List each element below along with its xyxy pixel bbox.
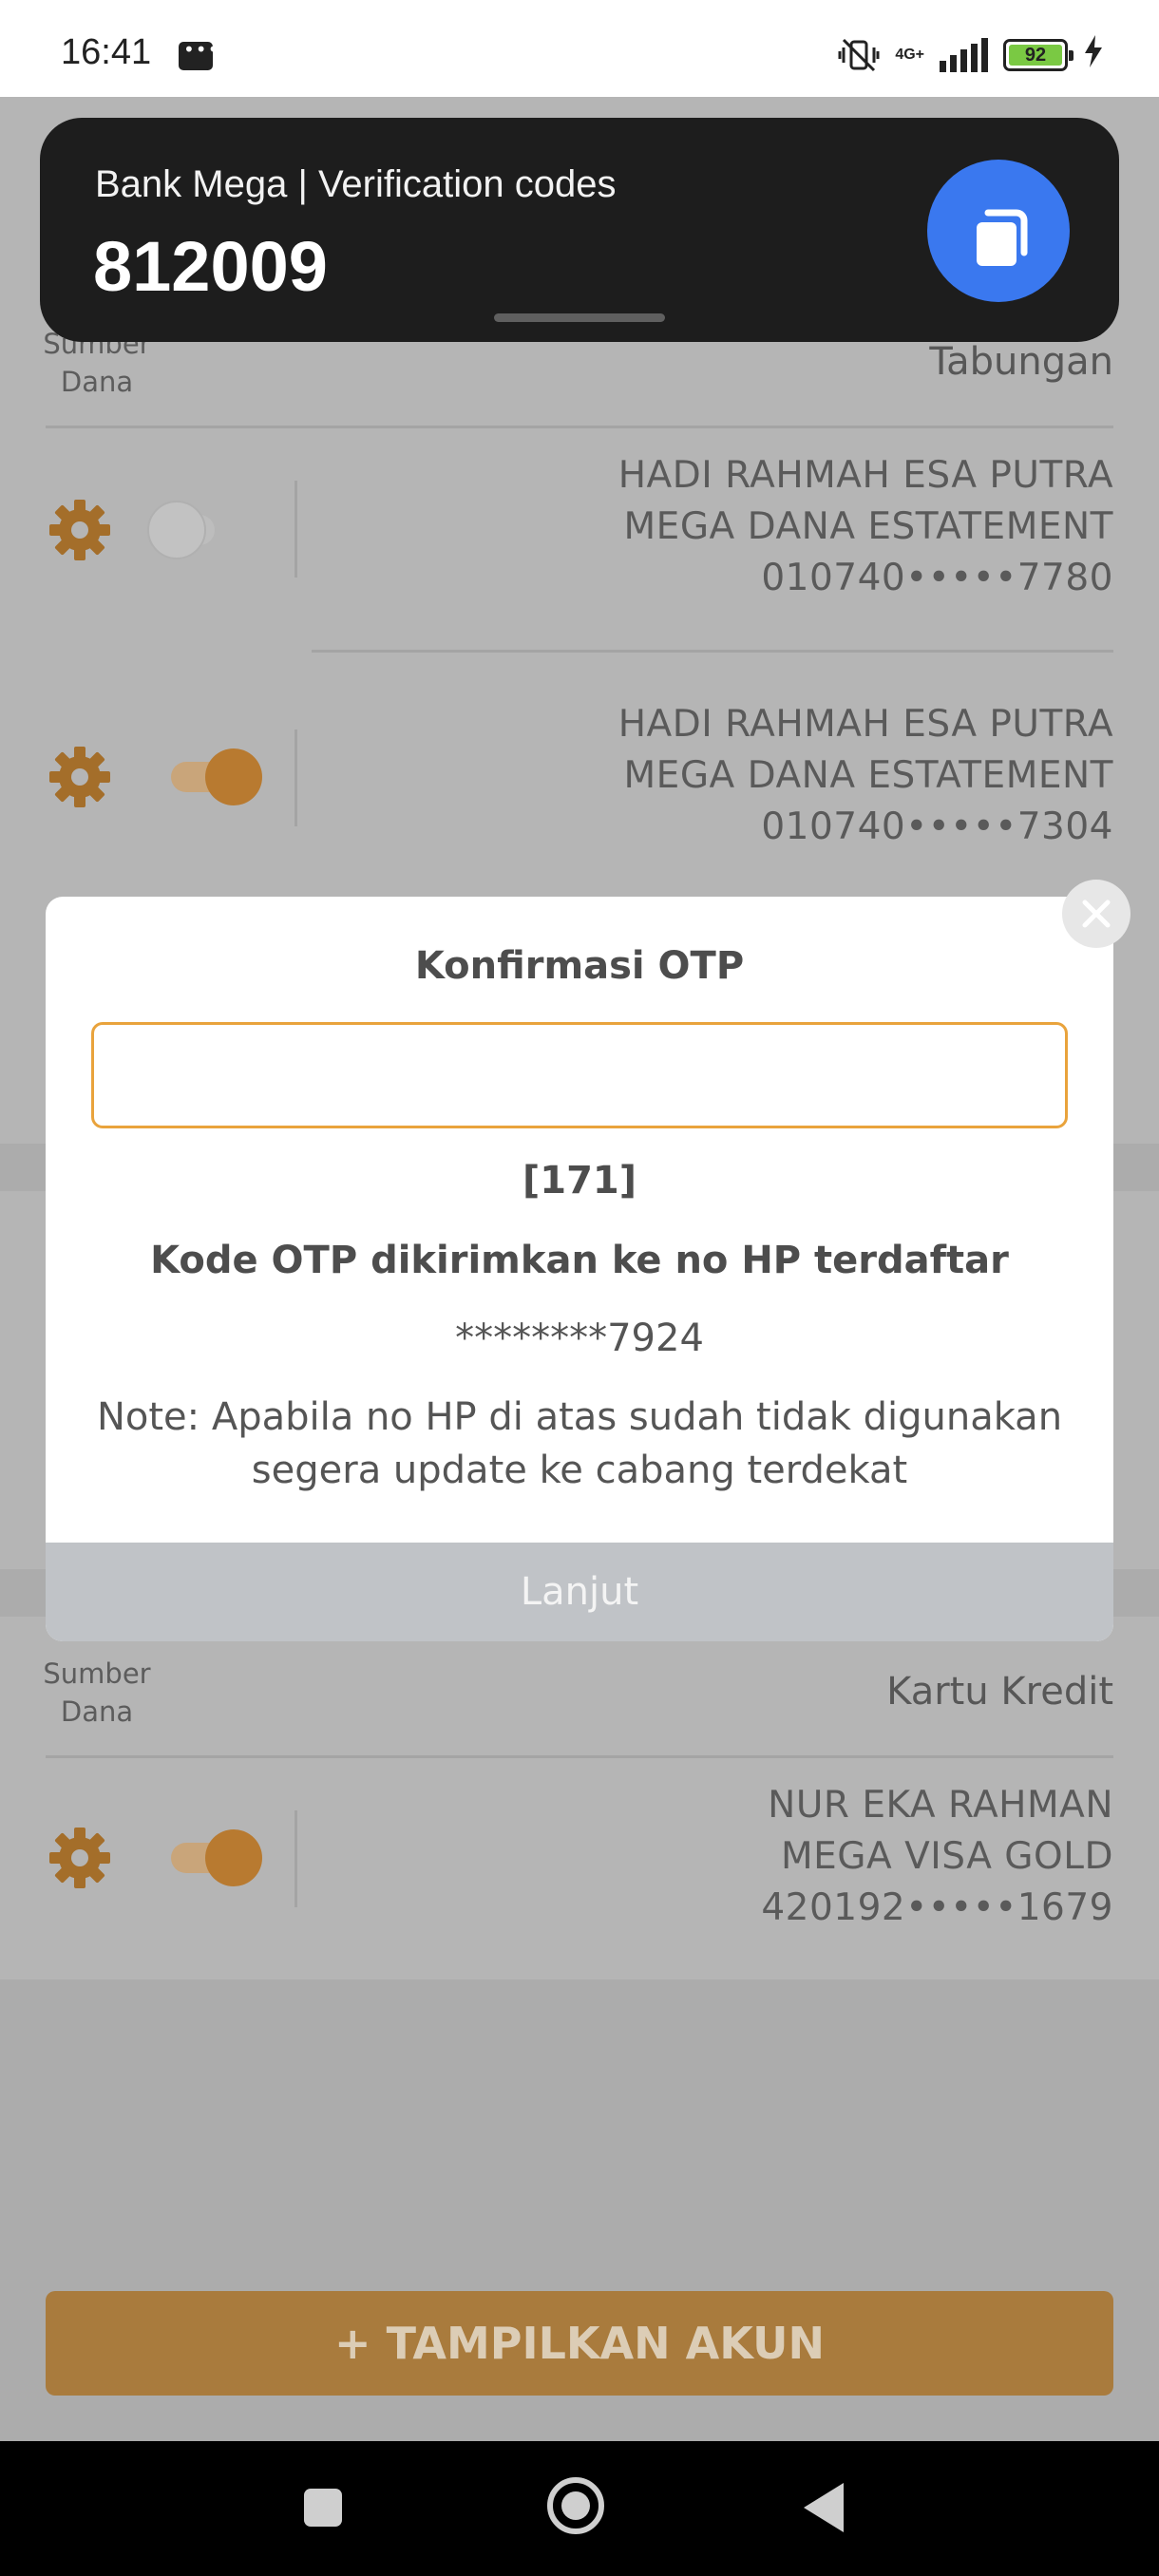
toggle-switch-off[interactable] <box>142 496 228 564</box>
divider <box>46 1755 1113 1758</box>
gear-icon[interactable] <box>46 496 114 564</box>
close-dialog-button[interactable] <box>1062 880 1130 948</box>
status-icons: 4G+ 92 <box>838 34 1104 76</box>
copy-code-button[interactable] <box>927 160 1070 302</box>
battery-level: 92 <box>1009 45 1062 66</box>
vertical-divider <box>294 481 297 578</box>
account-product: MEGA DANA ESTATEMENT <box>623 505 1113 548</box>
show-accounts-button[interactable]: + TAMPILKAN AKUN <box>46 2291 1113 2396</box>
otp-sent-message: Kode OTP dikirimkan ke no HP terdaftar <box>150 1239 1009 1282</box>
gear-icon[interactable] <box>46 743 114 811</box>
network-label: 4G+ <box>895 47 924 63</box>
charging-icon <box>1083 35 1104 75</box>
status-bar: 16:41 4G+ 92 <box>0 0 1159 97</box>
otp-confirmation-dialog: Konfirmasi OTP [171] Kode OTP dikirimkan… <box>46 897 1113 1641</box>
account-product: MEGA DANA ESTATEMENT <box>623 754 1113 797</box>
vertical-divider <box>294 1810 297 1907</box>
account-item: HADI RAHMAH ESA PUTRA MEGA DANA ESTATEME… <box>618 450 1113 604</box>
vibrate-off-icon <box>838 36 880 74</box>
signal-icon <box>940 38 988 72</box>
account-item: HADI RAHMAH ESA PUTRA MEGA DANA ESTATEME… <box>618 699 1113 853</box>
masked-phone-number: ********7924 <box>455 1316 704 1360</box>
notification-handle[interactable] <box>494 313 665 322</box>
section-value: Kartu Kredit <box>886 1670 1113 1714</box>
account-number: 010740•••••7780 <box>761 557 1113 599</box>
copy-icon <box>977 209 1028 266</box>
account-number: 010740•••••7304 <box>761 805 1113 848</box>
otp-countdown: [171] <box>522 1159 637 1203</box>
dialog-title: Konfirmasi OTP <box>414 944 745 988</box>
back-icon[interactable] <box>804 2483 844 2532</box>
account-product: MEGA VISA GOLD <box>780 1835 1113 1878</box>
continue-button[interactable]: Lanjut <box>46 1543 1113 1641</box>
message-icon <box>179 38 219 70</box>
account-name: HADI RAHMAH ESA PUTRA <box>618 703 1113 746</box>
vertical-divider <box>294 729 297 826</box>
section-label: Sumber Dana <box>43 1657 151 1728</box>
close-icon <box>1082 900 1111 928</box>
gear-icon[interactable] <box>46 1824 114 1892</box>
toggle-switch-on[interactable] <box>162 743 266 811</box>
otp-input[interactable] <box>91 1022 1068 1128</box>
recents-icon[interactable] <box>304 2489 342 2527</box>
notification-title: Bank Mega | Verification codes <box>95 163 617 205</box>
update-phone-note: Note: Apabila no HP di atas sudah tidak … <box>96 1395 1063 1492</box>
account-item: NUR EKA RAHMAN MEGA VISA GOLD 420192••••… <box>761 1780 1113 1934</box>
account-name: NUR EKA RAHMAN <box>768 1784 1113 1827</box>
section-value: Tabungan <box>929 340 1113 384</box>
account-name: HADI RAHMAH ESA PUTRA <box>618 454 1113 497</box>
battery-icon: 92 <box>1003 39 1074 71</box>
account-number: 420192•••••1679 <box>761 1886 1113 1929</box>
status-time: 16:41 <box>61 32 152 72</box>
divider <box>312 650 1113 653</box>
system-nav-bar <box>0 2441 1159 2576</box>
verification-code: 812009 <box>93 227 328 306</box>
home-icon[interactable] <box>547 2477 604 2534</box>
toggle-switch-on[interactable] <box>162 1824 266 1892</box>
divider <box>46 426 1113 428</box>
otp-notification[interactable]: Bank Mega | Verification codes 812009 <box>40 118 1119 342</box>
